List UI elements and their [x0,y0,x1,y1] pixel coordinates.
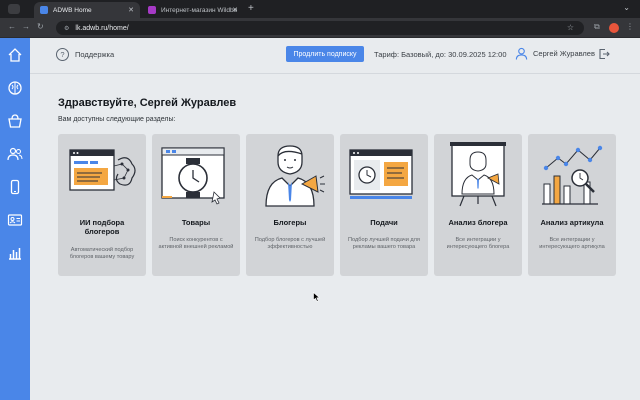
support-label: Поддержка [75,50,115,59]
card-products[interactable]: Товары Поиск конкурентов с активной внеш… [152,134,240,276]
card-title: Анализ артикула [540,218,604,227]
tab-search-button[interactable] [8,4,20,14]
card-blogger-analysis[interactable]: Анализ блогера Все интеграции у интересу… [434,134,522,276]
site-info-icon[interactable]: ⚙ [64,25,69,32]
tariff-info: Тариф: Базовый, до: 30.09.2025 12:00 [374,50,507,59]
adwb-favicon-icon [40,6,48,14]
question-icon: ? [56,48,69,61]
card-bloggers[interactable]: Блогеры Подбор блогеров с лучшей эффекти… [246,134,334,276]
extensions-icon[interactable]: ⧉ [594,22,600,32]
ai-brain-icon [69,149,136,191]
basket-icon [8,114,22,128]
user-profile[interactable]: Сергей Журавлев [515,47,595,60]
sidebar-item-article-analysis[interactable] [6,244,24,262]
sidebar [0,38,30,400]
card-title: Подачи [370,218,398,227]
tab-list-chevron-icon[interactable]: ⌄ [623,3,630,12]
card-description: Все интеграции у интересующего артикула [539,237,605,250]
address-bar[interactable]: ⚙ lk.adwb.ru/home/ ☆ [56,21,584,35]
logout-icon[interactable] [598,48,610,60]
analytics-icon [542,145,603,205]
card-title: Анализ блогера [448,218,508,227]
sidebar-item-ai[interactable] [6,79,24,97]
forward-arrow-icon[interactable]: → [22,22,30,31]
sidebar-item-bloggers[interactable] [6,145,24,163]
tab-title: Интернет-магазин Wildber [161,6,237,14]
phone-icon [10,179,20,195]
tab-adwb-home[interactable]: ADWB Home ✕ [34,2,140,18]
browser-tab-bar: ADWB Home ✕ Интернет-магазин Wildber ✕ +… [0,0,640,18]
user-icon [515,47,528,60]
tab-wildberries[interactable]: Интернет-магазин Wildber ✕ [142,2,244,18]
reload-icon[interactable]: ↻ [37,22,44,31]
card-description: Автоматический подбор блогеров вашему то… [69,247,135,260]
url-text: lk.adwb.ru/home/ [75,24,129,32]
page-title: Здравствуйте, Сергей Журавлев [58,97,237,109]
back-arrow-icon[interactable]: ← [8,22,16,31]
brain-icon [8,81,22,95]
card-description: Подбор блогеров с лучшей эффективностью [254,237,326,250]
menu-dots-icon[interactable]: ⋮ [626,22,634,31]
support-link[interactable]: ? Поддержка [56,48,114,61]
card-title: Товары [181,218,211,227]
card-description: Подбор лучшей подачи для рекламы вашего … [348,237,420,250]
bookmark-star-icon[interactable]: ☆ [567,23,574,32]
presentation-icon [450,142,506,207]
sidebar-item-submissions[interactable] [6,178,24,196]
blogger-icon [265,145,325,207]
users-icon [7,147,23,161]
sections-subtitle: Вам доступны следующие разделы: [58,116,176,123]
card-ai-selection[interactable]: ИИ подбора блогеров Автоматический подбо… [58,134,146,276]
browser-toolbar: ← → ↻ ⚙ lk.adwb.ru/home/ ☆ ⧉ ⋮ [0,18,640,38]
top-header: ? Поддержка Продлить подписку Тариф: Баз… [30,38,640,74]
card-description: Поиск конкурентов с активной внешней рек… [158,237,234,250]
user-name: Сергей Журавлев [533,49,595,58]
home-icon [8,48,22,62]
card-title: Блогеры [273,218,307,227]
card-submissions[interactable]: Подачи Подбор лучшей подачи для рекламы … [340,134,428,276]
card-title: ИИ подбора блогеров [79,218,125,237]
mouse-cursor-icon [313,292,321,302]
card-article-analysis[interactable]: Анализ артикула Все интеграции у интерес… [528,134,616,276]
watch-screen-icon [161,147,225,205]
id-card-icon [7,214,23,226]
sidebar-item-blogger-analysis[interactable] [6,211,24,229]
tab-title: ADWB Home [53,6,92,14]
profile-avatar[interactable] [609,23,619,33]
close-tab-icon[interactable]: ✕ [128,6,134,14]
wildberries-favicon-icon [148,6,156,14]
bar-chart-icon [9,248,21,260]
close-tab-icon[interactable]: ✕ [232,6,238,14]
main-content: ? Поддержка Продлить подписку Тариф: Баз… [30,38,640,400]
ad-screen-icon [349,149,413,199]
renew-subscription-button[interactable]: Продлить подписку [286,46,364,62]
new-tab-plus-icon[interactable]: + [248,3,254,14]
sidebar-item-home[interactable] [6,46,24,64]
card-description: Все интеграции у интересующего блогера [446,237,510,250]
sidebar-item-products[interactable] [6,112,24,130]
